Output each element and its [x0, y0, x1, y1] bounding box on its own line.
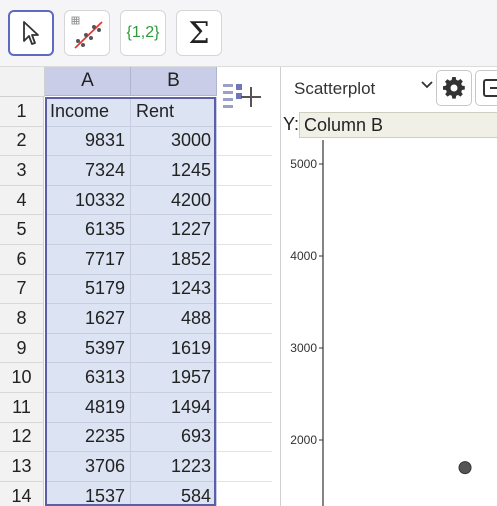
- add-column-icon: [223, 84, 261, 108]
- column-header-a[interactable]: A: [45, 67, 131, 96]
- table-cell[interactable]: 1227: [131, 215, 217, 245]
- row-header[interactable]: 6: [0, 245, 44, 275]
- empty-cell[interactable]: [217, 363, 272, 393]
- regression-tool-button[interactable]: [64, 10, 110, 56]
- table-cell[interactable]: 5397: [45, 333, 131, 364]
- row-header[interactable]: 1: [0, 97, 44, 127]
- row-header[interactable]: 2: [0, 126, 44, 157]
- empty-cell[interactable]: [217, 215, 272, 245]
- empty-cell[interactable]: [217, 156, 272, 186]
- settings-button[interactable]: [436, 70, 472, 106]
- empty-cell[interactable]: [217, 126, 272, 157]
- empty-cell[interactable]: [217, 245, 272, 275]
- empty-cell[interactable]: [217, 274, 272, 305]
- row-header[interactable]: 12: [0, 422, 44, 453]
- empty-cell[interactable]: [217, 185, 272, 216]
- pointer-arrow-icon: [23, 21, 39, 45]
- column-header-b[interactable]: B: [131, 67, 217, 96]
- row-header[interactable]: 3: [0, 156, 44, 186]
- table-cell[interactable]: 1243: [131, 274, 217, 305]
- table-cell[interactable]: Income: [45, 97, 131, 127]
- row-header[interactable]: 7: [0, 274, 44, 305]
- table-cell[interactable]: 10332: [45, 185, 131, 216]
- scatter-regression-icon: [71, 16, 103, 49]
- move-tool-button[interactable]: [8, 10, 54, 56]
- table-cell[interactable]: 6313: [45, 363, 131, 393]
- row-header[interactable]: 4: [0, 185, 44, 216]
- sigma-icon: Σ: [188, 15, 210, 51]
- table-cell[interactable]: 1537: [45, 481, 131, 506]
- table-cell[interactable]: 4819: [45, 393, 131, 423]
- y-tick-label: 5000: [290, 157, 317, 171]
- empty-cell[interactable]: [217, 304, 272, 334]
- scatterplot-chart: 5000 4000 3000 2000: [290, 140, 472, 506]
- panel-layout-button[interactable]: [475, 70, 497, 106]
- table-cell[interactable]: Rent: [131, 97, 217, 127]
- table-cell[interactable]: 5179: [45, 274, 131, 305]
- table-cell[interactable]: 693: [131, 422, 217, 453]
- table-cell[interactable]: 4200: [131, 185, 217, 216]
- row-header[interactable]: 9: [0, 333, 44, 364]
- table-cell[interactable]: 3000: [131, 126, 217, 157]
- list-tool-button[interactable]: {1,2}: [120, 10, 166, 56]
- table-cell[interactable]: 6135: [45, 215, 131, 245]
- empty-cell[interactable]: [217, 422, 272, 453]
- table-cell[interactable]: 7324: [45, 156, 131, 186]
- gear-icon: [443, 77, 465, 99]
- y-axis-field[interactable]: Y: Column B: [283, 112, 497, 138]
- row-header[interactable]: 14: [0, 481, 44, 506]
- corner-cell[interactable]: [0, 67, 45, 97]
- table-cell[interactable]: 584: [131, 481, 217, 506]
- y-axis-value[interactable]: Column B: [299, 112, 497, 138]
- table-cell[interactable]: 9831: [45, 126, 131, 157]
- y-tick-label: 3000: [290, 341, 317, 355]
- add-column-button[interactable]: [221, 79, 261, 115]
- row-header[interactable]: 13: [0, 452, 44, 482]
- toolbar: {1,2} Σ: [0, 0, 497, 67]
- table-cell[interactable]: 1852: [131, 245, 217, 275]
- scatter-point[interactable]: [458, 461, 472, 475]
- y-tick-label: 2000: [290, 433, 317, 447]
- table-cell[interactable]: 7717: [45, 245, 131, 275]
- chevron-down-icon: [420, 78, 434, 97]
- table-cell[interactable]: 1494: [131, 393, 217, 423]
- table-cell[interactable]: 488: [131, 304, 217, 334]
- list-braces-icon: {1,2}: [126, 24, 160, 41]
- table-cell[interactable]: 2235: [45, 422, 131, 453]
- row-header[interactable]: 8: [0, 304, 44, 334]
- empty-cell[interactable]: [217, 333, 272, 364]
- plot-type-label: Scatterplot: [294, 79, 376, 98]
- row-header[interactable]: 11: [0, 393, 44, 423]
- y-axis-label: Y:: [283, 114, 300, 134]
- y-tick-label: 4000: [290, 249, 317, 263]
- empty-cell[interactable]: [217, 393, 272, 423]
- empty-cell[interactable]: [217, 481, 272, 506]
- row-header[interactable]: 10: [0, 363, 44, 393]
- panel-icon: [483, 79, 497, 97]
- plot-type-select[interactable]: Scatterplot: [294, 74, 434, 104]
- row-header[interactable]: 5: [0, 215, 44, 245]
- table-cell[interactable]: 1957: [131, 363, 217, 393]
- table-cell[interactable]: 1223: [131, 452, 217, 482]
- sum-tool-button[interactable]: Σ: [176, 10, 222, 56]
- table-cell[interactable]: 1619: [131, 333, 217, 364]
- table-cell[interactable]: 1245: [131, 156, 217, 186]
- table-cell[interactable]: 1627: [45, 304, 131, 334]
- spreadsheet-grid[interactable]: A B 1 Income Rent 2 9831 3000 3 7324 1245 4 10332 4…: [0, 67, 272, 506]
- empty-cell[interactable]: [217, 452, 272, 482]
- table-cell[interactable]: 3706: [45, 452, 131, 482]
